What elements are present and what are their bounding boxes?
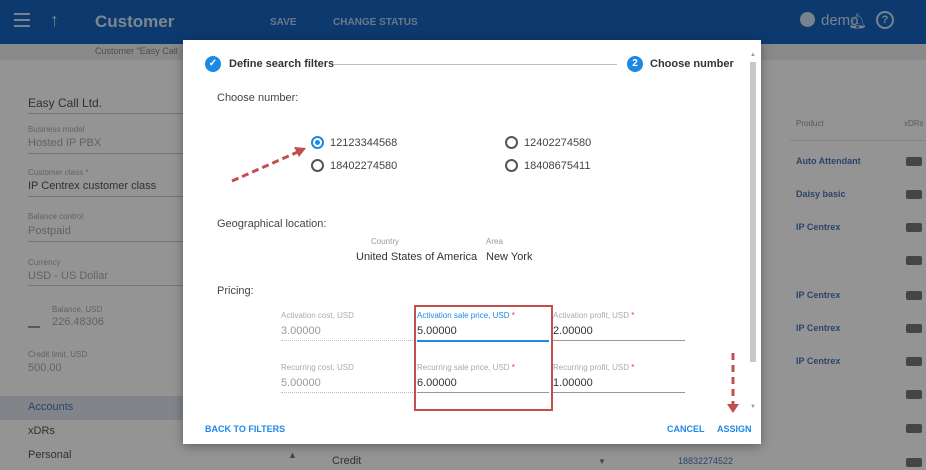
activation-profit-input[interactable]: Activation profit, USD * 2.00000 <box>553 311 685 341</box>
annotation-highlight-box <box>414 305 553 411</box>
wizard-stepper: ✓ Define search filters 2 Choose number <box>183 40 761 90</box>
number-radio-12402274580[interactable]: 12402274580 <box>505 136 591 149</box>
cancel-button[interactable]: CANCEL <box>667 424 705 434</box>
stepper-connector <box>333 64 617 65</box>
field-label: Activation profit, USD * <box>553 311 635 320</box>
number-label: 12123344568 <box>330 136 398 149</box>
field-value: 5.00000 <box>281 377 413 393</box>
recurring-cost-field: Recurring cost, USD 5.00000 <box>281 363 413 393</box>
radio-empty-icon <box>505 159 518 172</box>
field-label: Recurring profit, USD * <box>553 363 635 372</box>
back-to-filters-button[interactable]: BACK TO FILTERS <box>205 424 285 434</box>
number-radio-12123344568[interactable]: 12123344568 <box>311 136 397 149</box>
activation-cost-field: Activation cost, USD 3.00000 <box>281 311 413 341</box>
pricing-label: Pricing: <box>217 285 254 297</box>
step-choose-number: Choose number <box>650 58 734 70</box>
choose-number-label: Choose number: <box>217 92 299 104</box>
field-value[interactable]: 1.00000 <box>553 377 685 393</box>
assign-button[interactable]: ASSIGN <box>717 424 752 434</box>
check-icon: ✓ <box>205 56 221 72</box>
recurring-profit-input[interactable]: Recurring profit, USD * 1.00000 <box>553 363 685 393</box>
geo-location-label: Geographical location: <box>217 218 327 230</box>
number-label: 18408675411 <box>524 159 591 172</box>
field-value: 3.00000 <box>281 325 413 341</box>
radio-empty-icon <box>505 136 518 149</box>
scroll-up-icon[interactable]: ▲ <box>750 52 756 58</box>
field-value[interactable]: 2.00000 <box>553 325 685 341</box>
country-label: Country <box>371 237 400 246</box>
scrollbar-thumb[interactable] <box>750 62 756 362</box>
field-label: Activation cost, USD <box>281 311 354 320</box>
dialog-scrollbar[interactable]: ▲ ▼ <box>749 52 757 422</box>
scroll-down-icon[interactable]: ▼ <box>750 404 756 410</box>
radio-empty-icon <box>311 159 324 172</box>
step-number-badge: 2 <box>627 56 643 72</box>
step-define-filters[interactable]: Define search filters <box>229 58 334 70</box>
field-label: Recurring cost, USD <box>281 363 354 372</box>
area-value: New York <box>486 251 533 263</box>
country-value: United States of America <box>356 251 478 263</box>
number-label: 12402274580 <box>524 136 592 149</box>
number-label: 18402274580 <box>330 159 398 172</box>
radio-selected-icon <box>311 136 324 149</box>
area-label: Area <box>486 237 503 246</box>
number-radio-18408675411[interactable]: 18408675411 <box>505 159 590 172</box>
number-radio-18402274580[interactable]: 18402274580 <box>311 159 397 172</box>
